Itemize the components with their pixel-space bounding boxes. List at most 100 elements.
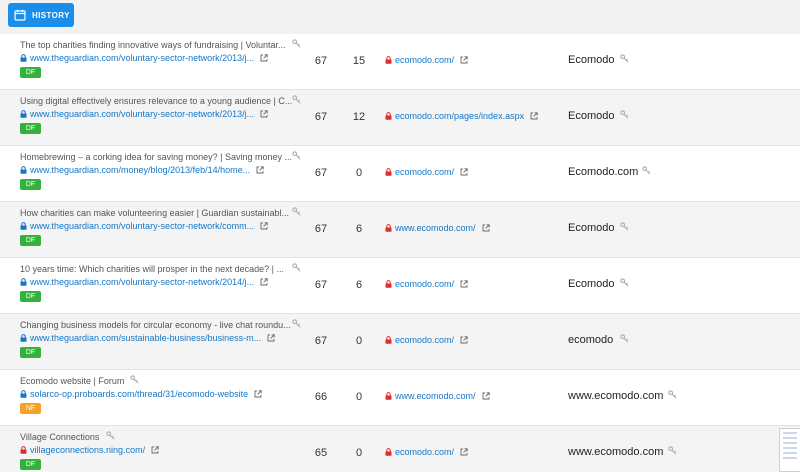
external-link-icon[interactable] bbox=[460, 280, 468, 288]
key-icon[interactable] bbox=[620, 334, 629, 343]
source-url[interactable]: www.theguardian.com/voluntary-sector-net… bbox=[30, 221, 254, 231]
anchor-text: www.ecomodo.com bbox=[568, 446, 664, 458]
target-url-link[interactable]: www.ecomodo.com/ bbox=[385, 391, 490, 401]
domain-rating: 67 bbox=[314, 167, 328, 179]
target-url[interactable]: ecomodo.com/pages/index.aspx bbox=[395, 111, 524, 121]
key-icon[interactable] bbox=[642, 166, 651, 175]
external-link-icon[interactable] bbox=[254, 390, 262, 398]
key-icon[interactable] bbox=[106, 431, 115, 440]
source-title: How charities can make volunteering easi… bbox=[20, 208, 289, 218]
source-title: Homebrewing – a corking idea for saving … bbox=[20, 152, 292, 162]
external-link-icon[interactable] bbox=[460, 448, 468, 456]
external-link-icon[interactable] bbox=[260, 110, 268, 118]
domain-rating: 67 bbox=[314, 55, 328, 67]
source-url-link[interactable]: solarco-op.proboards.com/thread/31/ecomo… bbox=[20, 389, 262, 399]
target-url-link[interactable]: ecomodo.com/ bbox=[385, 335, 468, 345]
source-title: Ecomodo website | Forum bbox=[20, 376, 125, 386]
key-icon[interactable] bbox=[620, 54, 629, 63]
history-button[interactable]: HISTORY bbox=[8, 3, 74, 27]
table-row: How charities can make volunteering easi… bbox=[0, 202, 800, 258]
external-link-icon[interactable] bbox=[260, 54, 268, 62]
key-icon[interactable] bbox=[130, 375, 139, 384]
lock-icon bbox=[385, 280, 392, 288]
domain-rating: 67 bbox=[314, 111, 328, 123]
domain-rating: 67 bbox=[314, 335, 328, 347]
target-url[interactable]: www.ecomodo.com/ bbox=[395, 391, 476, 401]
source-url-link[interactable]: www.theguardian.com/sustainable-business… bbox=[20, 333, 275, 343]
calendar-icon bbox=[14, 9, 26, 21]
target-url[interactable]: ecomodo.com/ bbox=[395, 279, 454, 289]
external-link-icon[interactable] bbox=[260, 222, 268, 230]
source-title: 10 years time: Which charities will pros… bbox=[20, 264, 284, 274]
target-url-link[interactable]: ecomodo.com/ bbox=[385, 447, 468, 457]
history-label: HISTORY bbox=[32, 10, 70, 20]
lock-icon bbox=[20, 166, 27, 174]
source-url-link[interactable]: www.theguardian.com/money/blog/2013/feb/… bbox=[20, 165, 264, 175]
external-link-icon[interactable] bbox=[460, 56, 468, 64]
target-url[interactable]: ecomodo.com/ bbox=[395, 335, 454, 345]
source-url[interactable]: villageconnections.ning.com/ bbox=[30, 445, 145, 455]
key-icon[interactable] bbox=[292, 39, 301, 48]
target-url[interactable]: ecomodo.com/ bbox=[395, 55, 454, 65]
source-url[interactable]: www.theguardian.com/voluntary-sector-net… bbox=[30, 109, 254, 119]
target-url[interactable]: www.ecomodo.com/ bbox=[395, 223, 476, 233]
table-row: 10 years time: Which charities will pros… bbox=[0, 258, 800, 314]
target-url-link[interactable]: ecomodo.com/ bbox=[385, 279, 468, 289]
target-url-link[interactable]: www.ecomodo.com/ bbox=[385, 223, 490, 233]
external-link-icon[interactable] bbox=[256, 166, 264, 174]
table-row: Using digital effectively ensures releva… bbox=[0, 90, 800, 146]
follow-badge: DF bbox=[20, 67, 41, 78]
source-url[interactable]: www.theguardian.com/voluntary-sector-net… bbox=[30, 53, 254, 63]
external-link-icon[interactable] bbox=[460, 336, 468, 344]
external-link-icon[interactable] bbox=[260, 278, 268, 286]
lock-icon bbox=[385, 448, 392, 456]
url-rating: 0 bbox=[355, 447, 363, 459]
external-link-icon[interactable] bbox=[460, 168, 468, 176]
source-url-link[interactable]: www.theguardian.com/voluntary-sector-net… bbox=[20, 277, 268, 287]
key-icon[interactable] bbox=[292, 95, 301, 104]
source-title: Using digital effectively ensures releva… bbox=[20, 96, 293, 106]
anchor-text: www.ecomodo.com bbox=[568, 390, 664, 402]
source-url[interactable]: www.theguardian.com/voluntary-sector-net… bbox=[30, 277, 254, 287]
domain-rating: 66 bbox=[314, 391, 328, 403]
external-link-icon[interactable] bbox=[267, 334, 275, 342]
follow-badge: DF bbox=[20, 459, 41, 470]
key-icon[interactable] bbox=[668, 390, 677, 399]
source-title: Changing business models for circular ec… bbox=[20, 320, 291, 330]
key-icon[interactable] bbox=[668, 446, 677, 455]
target-url[interactable]: ecomodo.com/ bbox=[395, 447, 454, 457]
external-link-icon[interactable] bbox=[151, 446, 159, 454]
key-icon[interactable] bbox=[292, 263, 301, 272]
follow-badge: DF bbox=[20, 291, 41, 302]
key-icon[interactable] bbox=[620, 278, 629, 287]
url-rating: 0 bbox=[355, 167, 363, 179]
follow-badge: DF bbox=[20, 123, 41, 134]
key-icon[interactable] bbox=[292, 151, 301, 160]
target-url-link[interactable]: ecomodo.com/pages/index.aspx bbox=[385, 111, 538, 121]
target-url[interactable]: ecomodo.com/ bbox=[395, 167, 454, 177]
target-url-link[interactable]: ecomodo.com/ bbox=[385, 167, 468, 177]
key-icon[interactable] bbox=[620, 222, 629, 231]
url-rating: 12 bbox=[352, 111, 366, 123]
external-link-icon[interactable] bbox=[482, 392, 490, 400]
table-row: The top charities finding innovative way… bbox=[0, 34, 800, 90]
source-url-link[interactable]: www.theguardian.com/voluntary-sector-net… bbox=[20, 109, 268, 119]
key-icon[interactable] bbox=[292, 207, 301, 216]
external-link-icon[interactable] bbox=[482, 224, 490, 232]
source-url[interactable]: www.theguardian.com/sustainable-business… bbox=[30, 333, 261, 343]
url-rating: 0 bbox=[355, 335, 363, 347]
source-url[interactable]: solarco-op.proboards.com/thread/31/ecomo… bbox=[30, 389, 248, 399]
key-icon[interactable] bbox=[292, 319, 301, 328]
page-thumbnail[interactable] bbox=[779, 428, 800, 472]
lock-icon bbox=[385, 224, 392, 232]
source-url-link[interactable]: www.theguardian.com/voluntary-sector-net… bbox=[20, 53, 268, 63]
follow-badge: DF bbox=[20, 235, 41, 246]
external-link-icon[interactable] bbox=[530, 112, 538, 120]
source-url[interactable]: www.theguardian.com/money/blog/2013/feb/… bbox=[30, 165, 250, 175]
source-url-link[interactable]: villageconnections.ning.com/ bbox=[20, 445, 159, 455]
anchor-text: ecomodo bbox=[568, 334, 614, 346]
table-row: Village Connections villageconnections.n… bbox=[0, 426, 800, 472]
key-icon[interactable] bbox=[620, 110, 629, 119]
source-url-link[interactable]: www.theguardian.com/voluntary-sector-net… bbox=[20, 221, 268, 231]
target-url-link[interactable]: ecomodo.com/ bbox=[385, 55, 468, 65]
